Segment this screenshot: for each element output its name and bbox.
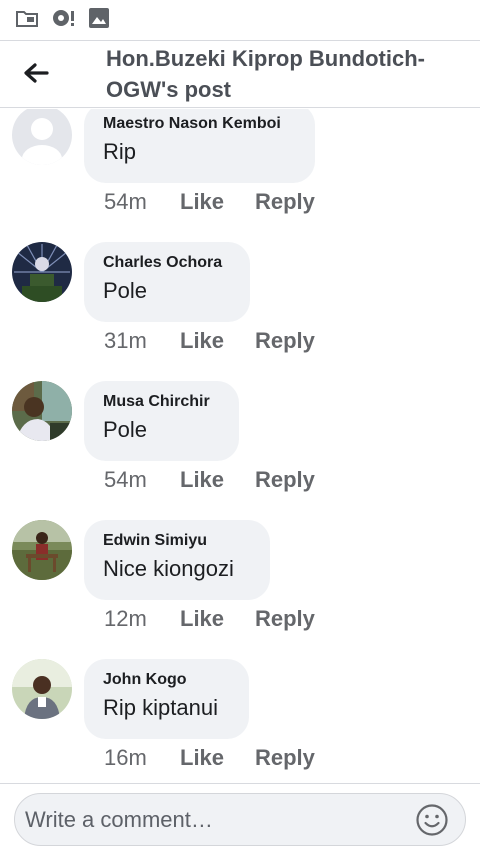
comment-item: Edwin Simiyu Nice kiongozi 12m Like Repl… bbox=[0, 520, 480, 659]
comment-item: Maestro Nason Kemboi Rip 54m Like Reply bbox=[0, 109, 480, 242]
comment-time: 54m bbox=[104, 189, 147, 214]
comment-author[interactable]: Edwin Simiyu bbox=[103, 530, 250, 552]
comment-bubble[interactable]: Charles Ochora Pole bbox=[84, 242, 250, 322]
reply-button[interactable]: Reply bbox=[255, 745, 315, 771]
comment-author[interactable]: Maestro Nason Kemboi bbox=[103, 113, 295, 135]
reply-button[interactable]: Reply bbox=[255, 467, 315, 493]
like-button[interactable]: Like bbox=[180, 328, 224, 354]
comment-bubble[interactable]: Edwin Simiyu Nice kiongozi bbox=[84, 520, 270, 600]
reply-button[interactable]: Reply bbox=[255, 606, 315, 632]
comment-text: Nice kiongozi bbox=[103, 556, 234, 581]
page-title: Hon.Buzeki Kiprop Bundotich-OGW's post bbox=[106, 46, 425, 102]
emoji-icon[interactable] bbox=[415, 803, 449, 837]
back-arrow-icon bbox=[24, 63, 49, 83]
comment-author[interactable]: John Kogo bbox=[103, 669, 229, 691]
back-button[interactable] bbox=[14, 51, 58, 95]
avatar[interactable] bbox=[12, 242, 72, 302]
avatar[interactable] bbox=[12, 109, 72, 165]
default-avatar-icon bbox=[12, 109, 72, 165]
like-button[interactable]: Like bbox=[180, 606, 224, 632]
comment-time: 12m bbox=[104, 606, 147, 631]
avatar[interactable] bbox=[12, 381, 72, 441]
like-button[interactable]: Like bbox=[180, 745, 224, 771]
comment-input[interactable]: Write a comment… bbox=[14, 793, 466, 846]
comment-bubble[interactable]: John Kogo Rip kiptanui bbox=[84, 659, 249, 739]
reply-button[interactable]: Reply bbox=[255, 328, 315, 354]
comment-text: Pole bbox=[103, 417, 148, 442]
comment-text: Rip kiptanui bbox=[103, 695, 218, 720]
profile-photo bbox=[12, 242, 72, 302]
comment-time: 31m bbox=[104, 328, 147, 353]
sync-alert-icon bbox=[53, 10, 74, 26]
comment-item: John Kogo Rip kiptanui 16m Like Reply bbox=[0, 659, 480, 783]
folder-icon bbox=[16, 11, 38, 27]
comment-input-placeholder: Write a comment… bbox=[25, 807, 213, 832]
comment-text: Rip bbox=[103, 139, 137, 164]
comment-item: Musa Chirchir Pole 54m Like Reply bbox=[0, 381, 480, 520]
reply-button[interactable]: Reply bbox=[255, 189, 315, 215]
like-button[interactable]: Like bbox=[180, 467, 224, 493]
comment-text: Pole bbox=[103, 278, 148, 303]
comment-bubble[interactable]: Musa Chirchir Pole bbox=[84, 381, 239, 461]
status-bar bbox=[0, 0, 480, 38]
comment-list[interactable]: Maestro Nason Kemboi Rip 54m Like Reply bbox=[0, 109, 480, 783]
image-icon bbox=[89, 8, 109, 28]
comment-bubble[interactable]: Maestro Nason Kemboi Rip bbox=[84, 109, 315, 183]
profile-photo bbox=[12, 520, 72, 580]
profile-photo bbox=[12, 659, 72, 719]
comment-author[interactable]: Charles Ochora bbox=[103, 252, 230, 274]
profile-photo bbox=[12, 381, 72, 441]
comment-author[interactable]: Musa Chirchir bbox=[103, 391, 219, 413]
comment-time: 16m bbox=[104, 745, 147, 770]
comment-item: Charles Ochora Pole 31m Like Reply bbox=[0, 242, 480, 381]
avatar[interactable] bbox=[12, 520, 72, 580]
like-button[interactable]: Like bbox=[180, 189, 224, 215]
comment-composer: Write a comment… bbox=[0, 783, 480, 854]
comment-time: 54m bbox=[104, 467, 147, 492]
app-header: Hon.Buzeki Kiprop Bundotich-OGW's post bbox=[0, 40, 480, 108]
avatar[interactable] bbox=[12, 659, 72, 719]
